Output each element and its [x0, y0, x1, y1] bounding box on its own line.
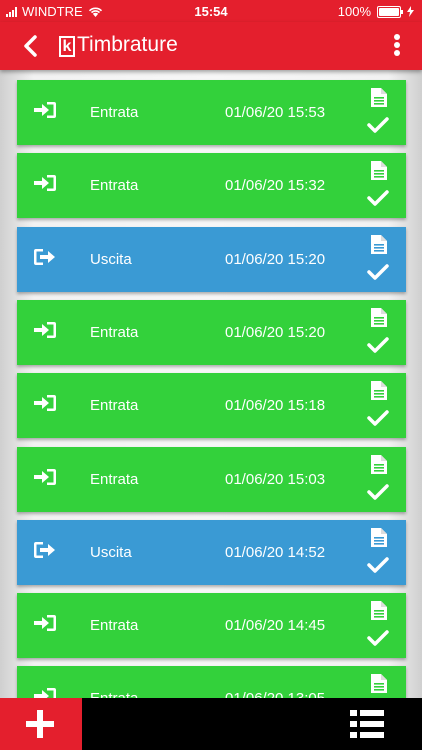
bottom-bar [0, 698, 422, 750]
document-icon[interactable] [371, 674, 387, 693]
document-icon[interactable] [371, 381, 387, 400]
punch-datetime: 01/06/20 14:52 [225, 544, 326, 561]
punch-datetime: 01/06/20 14:45 [225, 617, 326, 634]
document-icon[interactable] [371, 88, 387, 107]
entry-icon [34, 175, 56, 191]
punch-row-1[interactable]: Entrata 01/06/20 15:53 [17, 80, 406, 145]
punch-type-label: Entrata [90, 617, 139, 634]
app-logo: k [59, 36, 75, 57]
checkmark-icon [367, 264, 389, 280]
entry-icon [34, 395, 56, 411]
punch-row-6[interactable]: Entrata 01/06/20 15:03 [17, 447, 406, 512]
entry-icon [34, 688, 56, 698]
punch-type-label: Entrata [90, 690, 138, 698]
checkmark-icon [367, 557, 389, 573]
punch-type-label: Entrata [90, 324, 139, 341]
more-options-icon[interactable] [392, 32, 402, 60]
page-title: Timbrature [77, 33, 178, 56]
document-icon[interactable] [371, 455, 387, 474]
punch-datetime: 01/06/20 15:53 [225, 104, 326, 121]
list-icon[interactable] [350, 709, 384, 739]
punch-type-label: Entrata [90, 471, 139, 488]
document-icon[interactable] [371, 235, 387, 254]
battery-icon [377, 5, 403, 18]
back-arrow-icon[interactable] [18, 32, 46, 60]
punch-type-label: Entrata [90, 397, 139, 414]
entry-icon [34, 469, 56, 485]
punch-row-9[interactable]: Entrata 01/06/20 13:05 [17, 666, 406, 698]
punch-datetime: 01/06/20 13:05 [225, 690, 325, 698]
checkmark-icon [367, 337, 389, 353]
add-button[interactable] [0, 698, 82, 750]
punch-row-7[interactable]: Uscita 01/06/20 14:52 [17, 520, 406, 585]
entry-icon [34, 615, 56, 631]
punch-datetime: 01/06/20 15:18 [225, 397, 326, 414]
punch-row-2[interactable]: Entrata 01/06/20 15:32 [17, 153, 406, 218]
app-header: k Timbrature [0, 22, 422, 70]
punch-type-label: Uscita [90, 251, 132, 268]
punch-datetime: 01/06/20 15:32 [225, 177, 326, 194]
punch-type-label: Entrata [90, 104, 139, 121]
document-icon[interactable] [371, 308, 387, 327]
document-icon[interactable] [371, 601, 387, 620]
exit-icon [34, 249, 56, 265]
status-right: 100% [338, 4, 414, 19]
entry-icon [34, 322, 56, 338]
checkmark-icon [367, 410, 389, 426]
checkmark-icon [367, 484, 389, 500]
document-icon[interactable] [371, 161, 387, 180]
checkmark-icon [367, 630, 389, 646]
punch-row-3[interactable]: Uscita 01/06/20 15:20 [17, 227, 406, 292]
status-bar: WINDTRE 15:54 100% [0, 0, 422, 22]
plus-icon-vertical [37, 710, 43, 738]
punch-datetime: 01/06/20 15:20 [225, 251, 326, 268]
punch-datetime: 01/06/20 15:20 [225, 324, 326, 341]
punch-type-label: Entrata [90, 177, 139, 194]
punch-row-5[interactable]: Entrata 01/06/20 15:18 [17, 373, 406, 438]
punch-list: Entrata 01/06/20 15:53 Entrata 01/06/20 15:… [0, 70, 422, 698]
entry-icon [34, 102, 56, 118]
exit-icon [34, 542, 56, 558]
punch-datetime: 01/06/20 15:03 [225, 471, 326, 488]
checkmark-icon [367, 190, 389, 206]
battery-percent: 100% [337, 4, 371, 19]
checkmark-icon [367, 117, 389, 133]
document-icon[interactable] [371, 528, 387, 547]
punch-type-label: Uscita [90, 544, 132, 561]
punch-row-8[interactable]: Entrata 01/06/20 14:45 [17, 593, 406, 658]
punch-row-4[interactable]: Entrata 01/06/20 15:20 [17, 300, 406, 365]
charging-icon [407, 6, 414, 17]
